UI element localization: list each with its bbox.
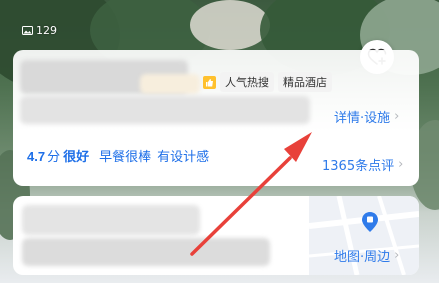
annotation-arrow (190, 132, 312, 256)
